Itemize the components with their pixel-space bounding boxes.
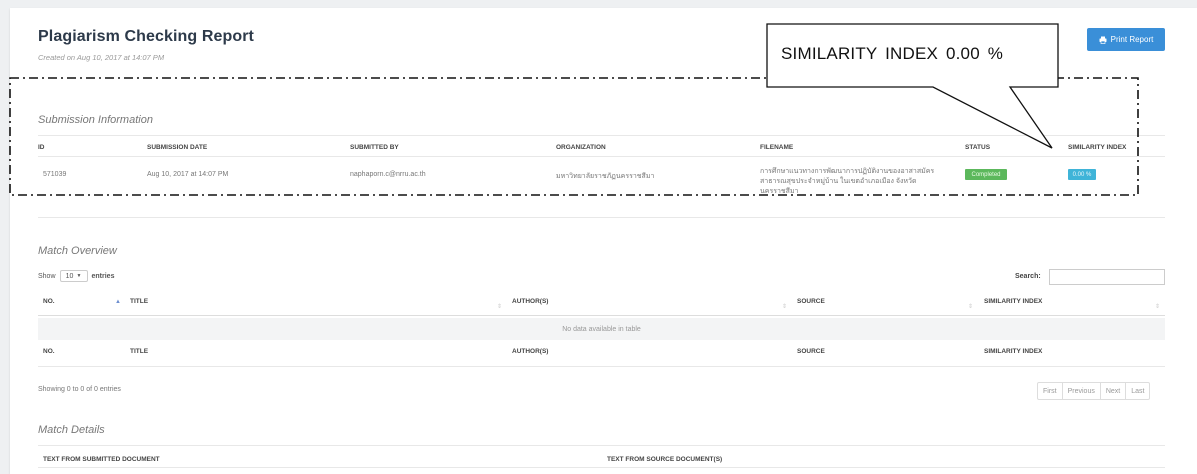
col-header-source-text: TEXT FROM SOURCE DOCUMENT(S) [607, 456, 723, 463]
match-table-header: NO. ▲ TITLE ⇕ AUTHOR(S) ⇕ SOURCE ⇕ SIMIL… [38, 296, 1165, 316]
report-card [10, 8, 1197, 474]
pager-next[interactable]: Next [1099, 383, 1125, 399]
col-header-status: STATUS [965, 144, 991, 151]
submission-info-heading: Submission Information [38, 114, 153, 126]
col-header-id: ID [38, 144, 45, 151]
print-report-label: Print Report [1110, 35, 1154, 44]
divider [38, 467, 1165, 468]
submitted-by: naphaporn.c@nrru.ac.th [350, 171, 426, 178]
submission-id: 571039 [43, 171, 67, 178]
divider [38, 315, 1165, 316]
divider [38, 366, 1165, 367]
sort-icon: ⇕ [1155, 304, 1161, 310]
sort-icon: ⇕ [497, 304, 503, 310]
entries-length-control: Show 10 ▼ entries [38, 270, 114, 282]
sort-asc-icon: ▲ [115, 299, 121, 305]
entries-label: entries [91, 272, 115, 280]
col-footer-title: TITLE [130, 348, 149, 355]
created-timestamp: Created on Aug 10, 2017 at 14:07 PM [38, 53, 165, 62]
match-table-footer: NO. TITLE AUTHOR(S) SOURCE SIMILARITY IN… [38, 346, 1165, 366]
divider [38, 445, 1165, 446]
printer-icon [1099, 36, 1107, 44]
submission-date: Aug 10, 2017 at 14:07 PM [147, 171, 229, 178]
match-details-heading: Match Details [38, 424, 105, 436]
pager-first[interactable]: First [1038, 383, 1062, 399]
chevron-down-icon: ▼ [76, 273, 82, 279]
col-header-filename: FILENAME [760, 144, 794, 151]
similarity-badge: 0.00 % [1068, 169, 1096, 180]
callout-label: SIMILARITY INDEX 0.00 % [781, 44, 1004, 63]
col-header-no[interactable]: NO. [43, 298, 55, 305]
divider [38, 135, 1165, 136]
pager-previous[interactable]: Previous [1061, 383, 1100, 399]
col-footer-no: NO. [43, 348, 55, 355]
status-badge: Completed [965, 169, 1007, 180]
col-header-similarity-index: SIMILARITY INDEX [1068, 144, 1127, 151]
print-report-button[interactable]: Print Report [1087, 28, 1165, 51]
pagination: First Previous Next Last [1037, 382, 1151, 400]
filename: การศึกษาแนวทางการพัฒนาการปฏิบัติงานของอา… [760, 168, 935, 195]
search-input[interactable] [1049, 269, 1165, 285]
table-info: Showing 0 to 0 of 0 entries [38, 386, 121, 393]
page-title: Plagiarism Checking Report [38, 28, 254, 45]
col-header-title[interactable]: TITLE [130, 298, 148, 305]
entries-value: 10 [65, 272, 74, 280]
col-footer-source: SOURCE [797, 348, 825, 355]
col-footer-similarity: SIMILARITY INDEX [984, 348, 1043, 355]
entries-select[interactable]: 10 ▼ [59, 270, 88, 282]
match-overview-heading: Match Overview [38, 245, 117, 257]
sort-icon: ⇕ [782, 304, 788, 310]
col-header-authors[interactable]: AUTHOR(S) [512, 298, 548, 305]
col-header-organization: ORGANIZATION [556, 144, 606, 151]
col-header-source[interactable]: SOURCE [797, 298, 825, 305]
pager-last[interactable]: Last [1125, 383, 1149, 399]
col-header-submission-date: SUBMISSION DATE [147, 144, 208, 151]
col-header-submitted-by: SUBMITTED BY [350, 144, 399, 151]
empty-table-message: No data available in table [38, 318, 1165, 340]
organization: มหาวิทยาลัยราชภัฏนครราชสีมา [556, 173, 655, 180]
search-label: Search: [1015, 273, 1041, 280]
col-footer-authors: AUTHOR(S) [512, 348, 549, 355]
show-label: Show [38, 272, 56, 280]
divider [38, 156, 1165, 157]
sort-icon: ⇕ [968, 304, 974, 310]
divider [38, 217, 1165, 218]
col-header-submitted-text: TEXT FROM SUBMITTED DOCUMENT [43, 456, 160, 463]
col-header-similarity[interactable]: SIMILARITY INDEX [984, 298, 1042, 305]
